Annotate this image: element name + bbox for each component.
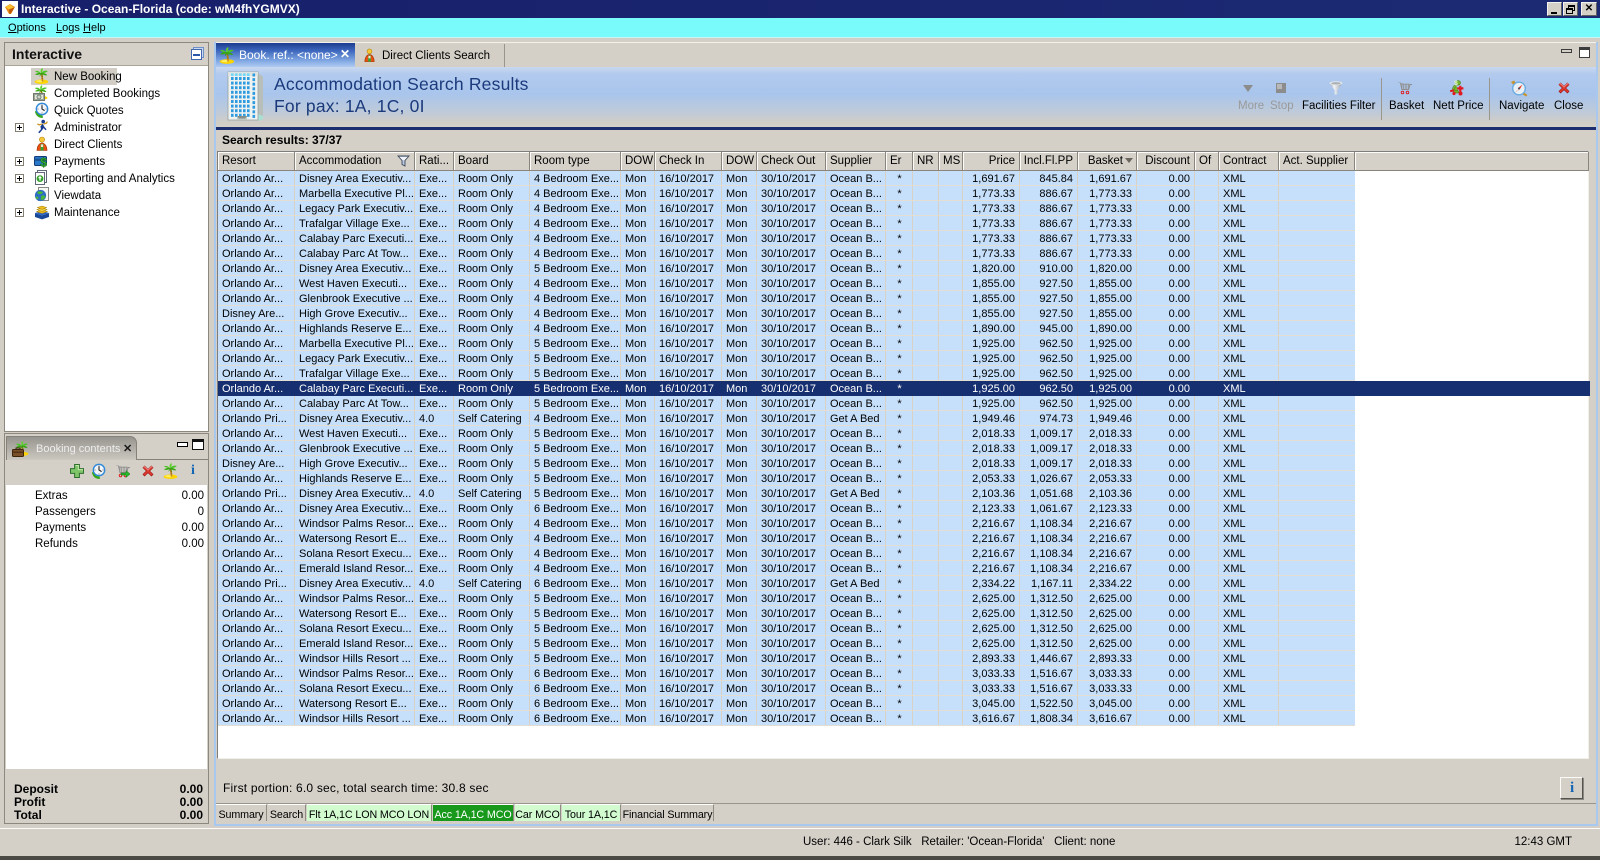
svg-text:$: $ [1454, 80, 1458, 87]
svg-text:$: $ [40, 156, 47, 169]
